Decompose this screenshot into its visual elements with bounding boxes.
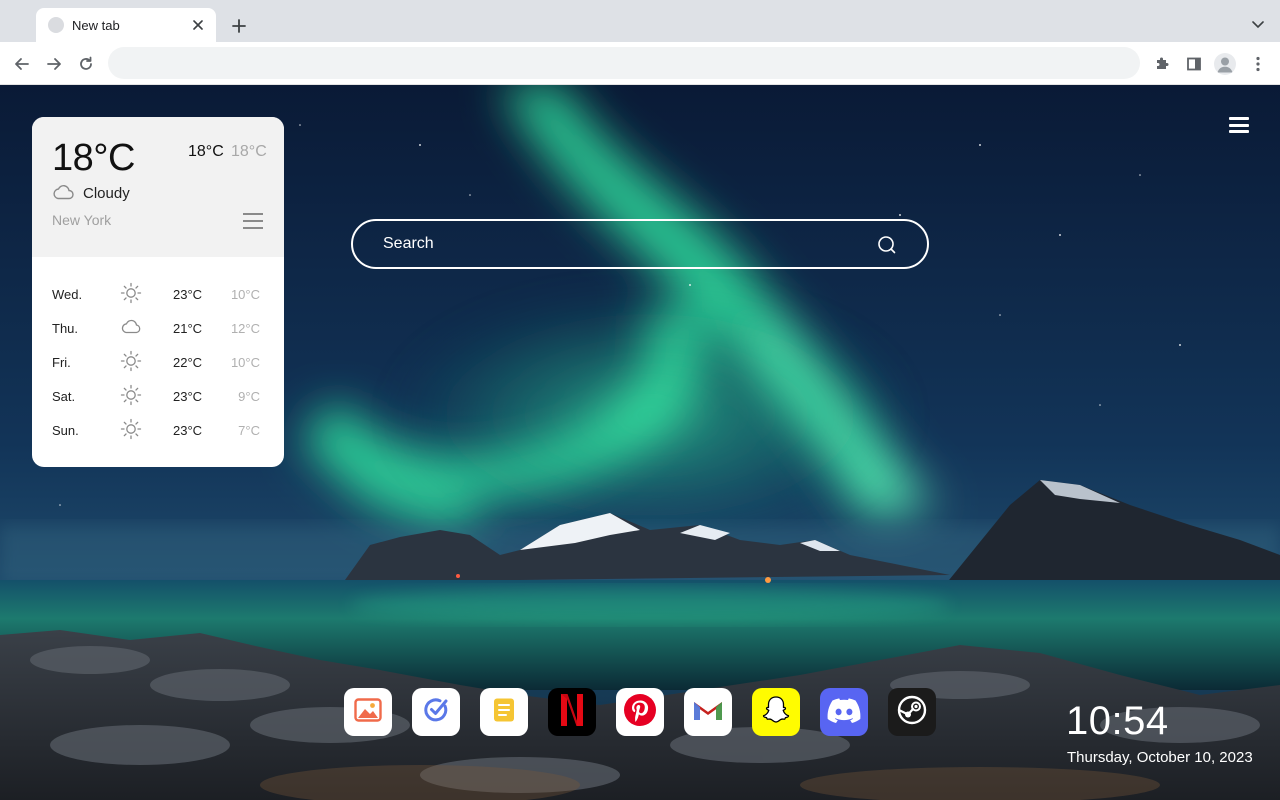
sun-icon xyxy=(120,350,142,372)
reload-icon[interactable] xyxy=(72,50,100,78)
discord-icon xyxy=(827,697,861,728)
forecast-low: 9°C xyxy=(238,389,260,404)
sun-icon xyxy=(120,282,142,304)
extensions-puzzle-icon[interactable] xyxy=(1148,50,1176,78)
weather-condition: Cloudy xyxy=(83,185,130,202)
cloud-icon xyxy=(52,184,74,200)
tasks-app[interactable] xyxy=(412,688,460,736)
profile-avatar[interactable] xyxy=(1211,50,1239,78)
avatar-icon xyxy=(1214,53,1236,75)
sun-icon xyxy=(120,384,142,406)
search-input[interactable] xyxy=(371,221,851,267)
notes-icon xyxy=(492,697,516,728)
tab-search-chevron-icon[interactable] xyxy=(1246,13,1270,37)
kebab-menu-icon[interactable] xyxy=(1244,50,1272,78)
forecast-low: 7°C xyxy=(238,423,260,438)
address-bar-input[interactable] xyxy=(108,47,1140,79)
forecast-row: Fri. 22°C 10°C xyxy=(32,345,284,379)
snapchat-icon xyxy=(760,694,792,731)
new-tab-page: 18°C 18°C 18°C Cloudy New York Wed. 23°C… xyxy=(0,85,1280,800)
forecast-high: 23°C xyxy=(173,389,203,404)
gmail-icon xyxy=(692,698,724,727)
forecast-day: Fri. xyxy=(52,355,71,370)
gmail-app[interactable] xyxy=(684,688,732,736)
check-circle-icon xyxy=(422,696,450,729)
clock-time: 10:54 xyxy=(1066,699,1169,743)
sun-icon xyxy=(120,418,142,440)
forecast-high: 23°C xyxy=(173,423,203,438)
forecast-low: 10°C xyxy=(230,355,260,370)
photos-icon xyxy=(354,697,382,727)
today-high: 18°C xyxy=(188,143,224,160)
forecast-day: Sat. xyxy=(52,389,76,404)
search-icon[interactable] xyxy=(877,235,897,255)
photos-app[interactable] xyxy=(344,688,392,736)
weather-widget: 18°C 18°C 18°C Cloudy New York Wed. 23°C… xyxy=(32,117,284,467)
forecast-list: Wed. 23°C 10°C Thu. 21°C 12°C Fri. 22°C … xyxy=(32,277,284,447)
tab-title: New tab xyxy=(72,17,120,33)
current-temperature: 18°C xyxy=(52,137,135,179)
pinterest-icon xyxy=(623,693,657,732)
forecast-row: Wed. 23°C 10°C xyxy=(32,277,284,311)
forecast-low: 12°C xyxy=(230,321,260,336)
notes-app[interactable] xyxy=(480,688,528,736)
search-box xyxy=(351,219,929,269)
weather-city: New York xyxy=(52,212,112,228)
forecast-row: Thu. 21°C 12°C xyxy=(32,311,284,345)
tab-favicon-icon xyxy=(48,17,64,33)
steam-app[interactable] xyxy=(888,688,936,736)
forecast-low: 10°C xyxy=(230,287,260,302)
cloud-icon xyxy=(120,316,142,338)
today-low: 18°C xyxy=(231,143,267,160)
browser-toolbar xyxy=(0,42,1280,85)
forecast-high: 23°C xyxy=(173,287,203,302)
netflix-icon xyxy=(559,693,585,732)
side-panel-icon[interactable] xyxy=(1180,50,1208,78)
forecast-day: Thu. xyxy=(52,321,79,336)
page-menu-hamburger-icon[interactable] xyxy=(1226,113,1252,137)
pinterest-app[interactable] xyxy=(616,688,664,736)
forecast-row: Sat. 23°C 9°C xyxy=(32,379,284,413)
netflix-app[interactable] xyxy=(548,688,596,736)
forecast-high: 22°C xyxy=(173,355,203,370)
steam-icon xyxy=(897,695,927,730)
app-dock xyxy=(344,688,936,736)
back-arrow-icon[interactable] xyxy=(8,50,36,78)
discord-app[interactable] xyxy=(820,688,868,736)
clock-date: Thursday, October 10, 2023 xyxy=(1067,749,1253,766)
new-tab-plus-icon[interactable] xyxy=(226,13,252,39)
forecast-day: Wed. xyxy=(52,287,83,302)
weather-current: 18°C 18°C 18°C Cloudy New York xyxy=(32,117,284,257)
weather-menu-icon[interactable] xyxy=(243,213,263,229)
forecast-row: Sun. 23°C 7°C xyxy=(32,413,284,447)
forecast-high: 21°C xyxy=(173,321,203,336)
tab-strip: New tab xyxy=(0,0,1280,42)
forward-arrow-icon[interactable] xyxy=(40,50,68,78)
forecast-day: Sun. xyxy=(52,423,79,438)
tab-new-tab[interactable]: New tab xyxy=(36,8,216,42)
snapchat-app[interactable] xyxy=(752,688,800,736)
tab-close-icon[interactable] xyxy=(190,17,206,33)
